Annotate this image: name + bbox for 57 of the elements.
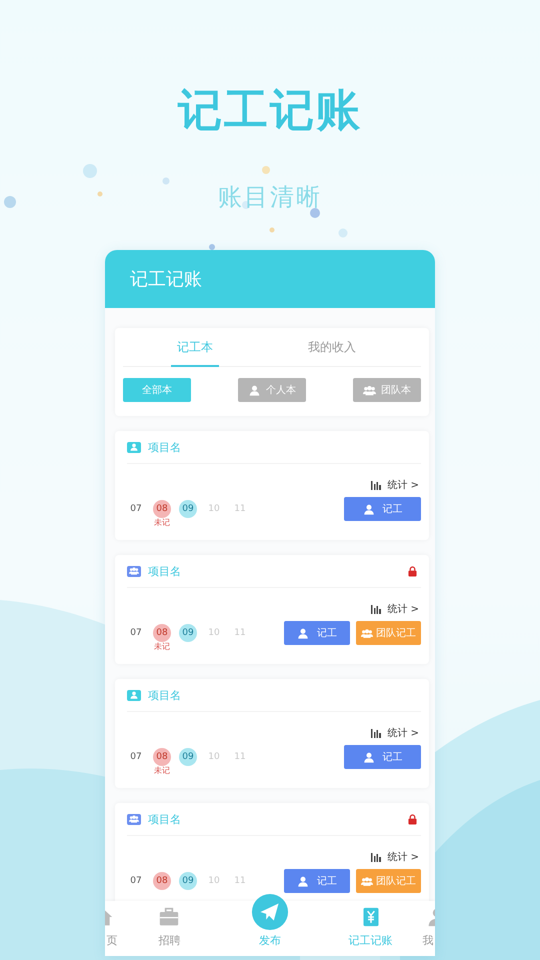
person-icon [297,876,309,886]
person-icon [248,384,261,396]
date: 07 [129,751,143,764]
tab[interactable]: 我的收入 [243,328,421,366]
date: 07 [129,875,143,888]
nav-item[interactable]: 招聘 [119,901,220,956]
project-name: 项目名 [148,688,182,702]
nav-item[interactable]: 我 [420,901,435,956]
nav-item[interactable]: 页 [105,901,119,956]
date: 07 [129,627,143,640]
bar-chart-icon [371,604,382,614]
date-note: 未记 [154,766,170,776]
nav-item[interactable]: 记工记账 [320,901,421,956]
filter-button[interactable]: 个人本 [238,378,306,402]
person-icon [362,504,374,514]
date-note: 未记 [154,642,170,652]
record-button[interactable]: 团队记工 [356,621,421,645]
date: 09 [179,872,197,890]
date: 08 [153,500,171,518]
bar-chart-icon [371,852,382,862]
filter-button[interactable]: 团队本 [353,378,421,402]
record-button[interactable]: 团队记工 [356,869,421,893]
date-note: 未记 [154,518,170,528]
yen-book-icon [360,907,381,927]
project-name: 项目名 [148,812,182,826]
bar-chart-icon [371,728,382,738]
briefcase-icon [159,907,180,927]
date: 08 [153,872,171,890]
record-button[interactable]: 记工 [284,621,350,645]
stats-link[interactable]: 统计 > [387,726,419,740]
subheadline: 账目清晰 [218,182,322,212]
record-button[interactable]: 记工 [344,745,421,769]
tab[interactable]: 记工本 [147,328,243,366]
group-icon [361,876,373,886]
date: 07 [129,503,143,516]
headline: 记工记账 [178,86,362,136]
project-name: 项目名 [148,440,182,454]
person-icon [297,628,309,638]
stats-link[interactable]: 统计 > [387,478,419,492]
group-icon [363,384,376,396]
stats-link[interactable]: 统计 > [387,602,419,616]
record-button[interactable]: 记工 [344,497,421,521]
date: 09 [179,500,197,518]
date: 08 [153,624,171,642]
project-name: 项目名 [148,564,182,578]
screen-title: 记工记账 [130,268,202,291]
record-button[interactable]: 记工 [284,869,350,893]
group-icon [361,628,373,638]
lock-icon [408,566,417,576]
lock-icon [408,814,417,824]
person-icon [362,752,374,762]
date: 09 [179,624,197,642]
date: 08 [153,748,171,766]
filter-button[interactable]: 全部本 [123,378,191,402]
date: 09 [179,748,197,766]
bar-chart-icon [371,480,382,490]
stats-link[interactable]: 统计 > [387,850,419,864]
